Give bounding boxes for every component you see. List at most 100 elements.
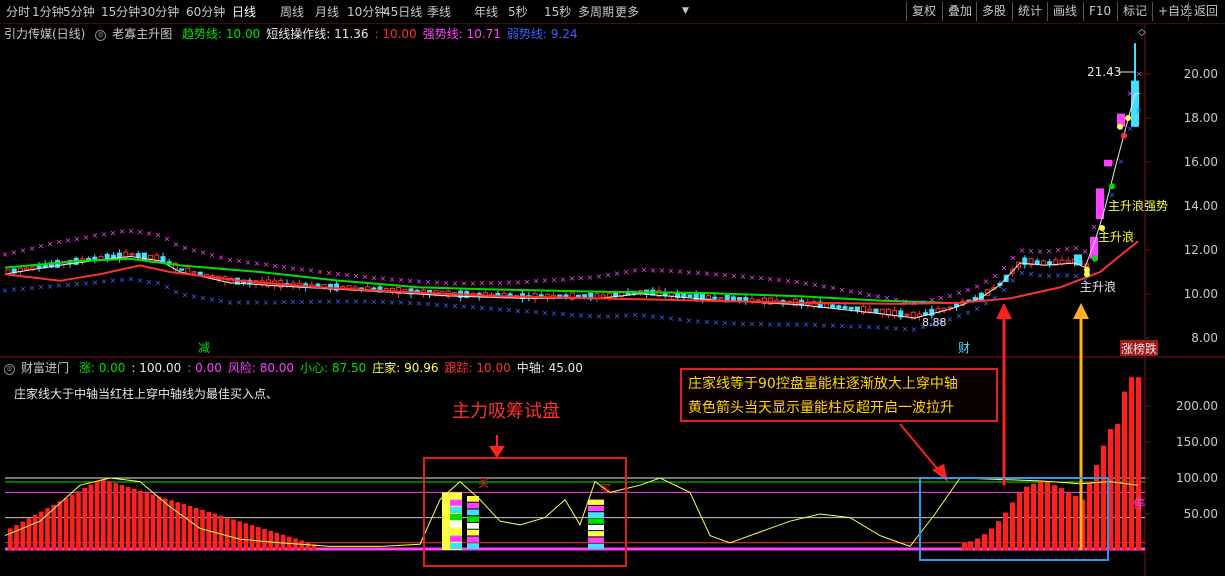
strong-line-marker: × xyxy=(281,263,288,272)
candle-body xyxy=(1034,260,1040,265)
strong-line-marker: × xyxy=(722,271,729,280)
volume-bar xyxy=(26,518,32,550)
period-1[interactable]: 1分钟 xyxy=(32,3,64,20)
weak-line-marker: × xyxy=(704,318,711,327)
strong-line-marker: × xyxy=(191,246,198,255)
period-toolbar: 分时 1分钟 5分钟 15分钟 30分钟 60分钟 日线 周线 月线 10分钟 45日线 季线 年线 5秒… xyxy=(0,0,1225,24)
volume-bar xyxy=(163,498,168,550)
toolbar-button-1[interactable]: 叠加 xyxy=(942,2,977,21)
weak-line-marker: × xyxy=(812,320,819,329)
weak-line-marker: × xyxy=(1019,269,1026,278)
weak-line-marker: × xyxy=(740,319,747,328)
strong-line-marker: × xyxy=(641,265,648,274)
weak-line-marker: × xyxy=(569,310,576,319)
strong-line-marker: × xyxy=(443,279,450,288)
period-12[interactable]: 年线 xyxy=(474,3,498,20)
weak-line-marker: × xyxy=(236,298,243,307)
volume-bar xyxy=(51,504,56,550)
weak-line-marker: × xyxy=(353,297,360,306)
weak-line-marker: × xyxy=(551,309,558,318)
weak-line-marker: × xyxy=(830,321,837,330)
period-7[interactable]: 周线 xyxy=(280,3,304,20)
toolbar-button-6[interactable]: 标记 xyxy=(1117,2,1152,21)
strong-line-marker: × xyxy=(740,272,747,281)
toolbar-button-0[interactable]: 复权 xyxy=(906,2,941,21)
period-13[interactable]: 5秒 xyxy=(508,3,528,20)
period-10[interactable]: 45日线 xyxy=(383,3,422,20)
volume-bar xyxy=(88,484,94,550)
weak-line-marker: × xyxy=(245,298,252,307)
volume-bar xyxy=(231,519,236,550)
strong-line-marker: × xyxy=(29,244,36,253)
period-16[interactable]: 更多 xyxy=(615,3,639,20)
volume-bar xyxy=(76,491,81,550)
volume-bar xyxy=(1115,424,1121,550)
strong-line-marker: × xyxy=(812,280,819,289)
weak-line-marker: × xyxy=(470,303,477,312)
strong-line-marker: × xyxy=(227,256,234,265)
candle-body xyxy=(904,313,910,316)
weak-line-marker: × xyxy=(1136,106,1143,115)
volume-bar xyxy=(70,494,75,550)
period-15[interactable]: 多周期 xyxy=(578,3,614,20)
period-4[interactable]: 30分钟 xyxy=(140,3,179,20)
weak-line-marker: × xyxy=(452,302,459,311)
candle-body xyxy=(110,254,116,259)
volume-bar xyxy=(119,485,125,550)
period-14[interactable]: 15秒 xyxy=(544,3,571,20)
weak-line-marker: × xyxy=(29,284,36,293)
volume-bar xyxy=(113,483,118,550)
weak-line-marker: × xyxy=(272,298,279,307)
weak-line-marker: × xyxy=(497,305,504,314)
toolbar-button-8[interactable]: 返回 xyxy=(1188,2,1223,21)
weak-line-marker: × xyxy=(695,317,702,326)
weak-line-marker: × xyxy=(713,318,720,327)
strong-line-marker: × xyxy=(245,258,252,267)
weak-line-marker: × xyxy=(254,298,261,307)
strong-line-marker: × xyxy=(263,260,270,269)
strong-line-marker: × xyxy=(1019,246,1026,255)
strong-line-marker: × xyxy=(1001,264,1008,273)
period-11[interactable]: 季线 xyxy=(427,3,451,20)
weak-line-marker: × xyxy=(1010,276,1017,285)
candle-body xyxy=(575,294,581,298)
strong-line-marker: × xyxy=(254,259,261,268)
toolbar-button-4[interactable]: 画线 xyxy=(1047,2,1082,21)
weak-line-marker: × xyxy=(650,312,657,321)
toolbar-button-2[interactable]: 多股 xyxy=(976,2,1011,21)
weak-line-marker: × xyxy=(587,312,594,321)
volume-bar xyxy=(63,497,69,550)
period-9[interactable]: 10分钟 xyxy=(347,3,386,20)
volume-bar xyxy=(305,542,311,550)
weak-line-marker: × xyxy=(398,298,405,307)
toolbar-button-3[interactable]: 统计 xyxy=(1012,2,1047,21)
period-3[interactable]: 15分钟 xyxy=(101,3,140,20)
strong-line-marker: × xyxy=(938,294,945,303)
weak-line-marker: × xyxy=(182,290,189,299)
strong-line-marker: × xyxy=(146,229,153,238)
signal-dot xyxy=(1125,115,1131,121)
candle-body xyxy=(718,297,724,300)
axis-label: 8.00 xyxy=(1191,331,1218,345)
weak-line-marker: × xyxy=(1001,286,1008,295)
volume-bar xyxy=(132,488,137,550)
period-8[interactable]: 月线 xyxy=(315,3,339,20)
volume-bar xyxy=(101,479,106,550)
strong-line-marker: × xyxy=(866,290,873,299)
strong-line-marker: × xyxy=(1100,193,1107,202)
volume-bar xyxy=(274,532,280,550)
weak-line-marker: × xyxy=(821,321,828,330)
period-0[interactable]: 分时 xyxy=(6,3,30,20)
breakout-box xyxy=(919,477,1109,561)
price-chart[interactable]: 20.0018.0016.0014.0012.0010.008.00××××××… xyxy=(0,23,1225,358)
period-5[interactable]: 60分钟 xyxy=(186,3,225,20)
period-2[interactable]: 5分钟 xyxy=(63,3,95,20)
more-chevron-icon[interactable]: ▼ xyxy=(682,6,689,16)
strong-line-marker: × xyxy=(983,277,990,286)
strong-line-marker: × xyxy=(749,273,756,282)
strong-line-marker: × xyxy=(155,230,162,239)
period-6[interactable]: 日线 xyxy=(232,3,256,20)
strong-line-marker: × xyxy=(695,268,702,277)
strong-line-marker: × xyxy=(1037,247,1044,256)
toolbar-button-5[interactable]: F10 xyxy=(1083,2,1116,21)
